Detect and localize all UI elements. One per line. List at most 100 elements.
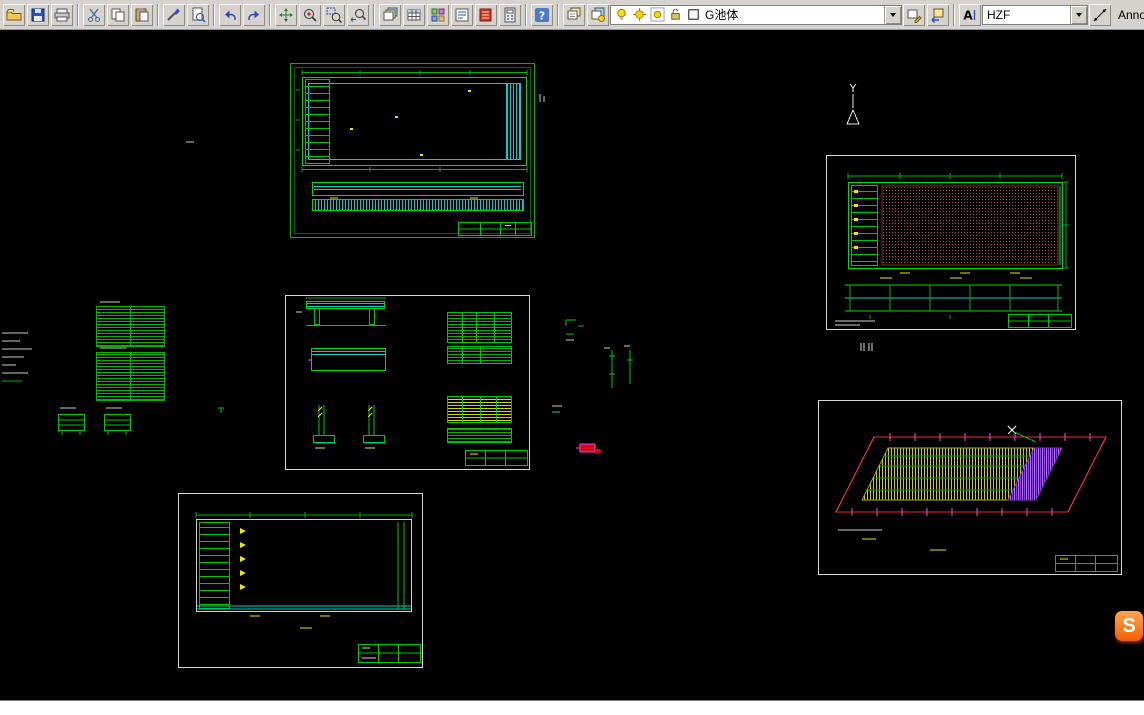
- toolbar-separator: [269, 3, 271, 26]
- left-edge-notes: [2, 332, 32, 382]
- chevron-down-icon: [890, 12, 896, 17]
- text-style-button[interactable]: A: [959, 3, 981, 26]
- chevron-down-icon: [1076, 12, 1082, 17]
- redo-button[interactable]: [243, 3, 265, 26]
- title-block: [465, 450, 528, 466]
- scattered-detail-marks[interactable]: [186, 94, 633, 453]
- layer-dropdown-arrow[interactable]: [884, 5, 901, 24]
- layer-thaw-icon[interactable]: [632, 7, 647, 22]
- left-schedule-tables[interactable]: [96, 301, 165, 401]
- undo-button[interactable]: [219, 3, 241, 26]
- layer-previous-icon: [931, 8, 944, 23]
- zoom-window-button[interactable]: [323, 3, 345, 26]
- plot-preview-button[interactable]: [187, 3, 209, 26]
- layer-properties-button[interactable]: [379, 3, 401, 26]
- paste-button[interactable]: [131, 3, 153, 26]
- zoom-realtime-icon: [304, 8, 317, 22]
- zoom-window-icon: [326, 7, 342, 23]
- paste-icon: [135, 7, 149, 21]
- current-layer-name: G池体: [705, 8, 739, 22]
- schedule-table: [447, 312, 512, 443]
- text-style-value: HZF: [987, 7, 1011, 22]
- flow-arrows: [240, 528, 246, 590]
- svg-text:Y: Y: [849, 82, 857, 95]
- title-block: [1008, 314, 1072, 328]
- pan-icon: [279, 7, 293, 22]
- dbconnect-button[interactable]: [475, 3, 497, 26]
- top-toolbar: ? G池体 A HZF Annotati: [0, 0, 1144, 30]
- zoom-previous-icon: [350, 8, 366, 22]
- sheet-set-button[interactable]: [451, 3, 473, 26]
- dbconnect-icon: [479, 8, 492, 21]
- match-properties-button[interactable]: [163, 3, 185, 26]
- layer-manager-icon: [567, 7, 581, 19]
- dim-style-icon: [1093, 8, 1107, 21]
- table-icon: [407, 9, 421, 20]
- save-button[interactable]: [27, 3, 49, 26]
- pan-button[interactable]: [275, 3, 297, 26]
- drawing-sheet-3d-slab[interactable]: [818, 400, 1122, 575]
- match-properties-icon: [167, 8, 180, 21]
- cut-icon: [88, 8, 100, 22]
- toolbar-separator: [953, 3, 955, 26]
- toolbar-separator: [77, 3, 79, 26]
- plot-icon: [54, 8, 70, 21]
- copy-icon: [111, 8, 125, 21]
- ladder-hatch: [305, 79, 330, 164]
- toolbar-separator: [373, 3, 375, 26]
- layer-properties-icon: [383, 7, 398, 20]
- dot-hatch-region: [881, 185, 1059, 266]
- plot-preview-icon: [192, 7, 206, 23]
- toolbar-separator: [213, 3, 215, 26]
- make-layer-current-icon: [907, 9, 922, 23]
- annotation-style-label[interactable]: Annotati: [1118, 8, 1144, 22]
- title-block: [358, 644, 421, 663]
- undo-icon: [225, 10, 236, 20]
- text-style-dropdown-arrow[interactable]: [1070, 5, 1087, 24]
- red-marker[interactable]: [579, 443, 596, 453]
- sheet-set-icon: [455, 8, 469, 21]
- redo-icon: [248, 10, 259, 20]
- designcenter-button[interactable]: [427, 3, 449, 26]
- cut-button[interactable]: [83, 3, 105, 26]
- text-style-combobox[interactable]: HZF: [982, 4, 1088, 25]
- help-icon: ?: [535, 7, 549, 22]
- model-space-canvas[interactable]: Y: [0, 30, 1144, 700]
- layer-states-button[interactable]: [587, 3, 609, 26]
- layer-states-icon: [591, 7, 605, 22]
- drawing-sheet-hatched-plan[interactable]: [826, 155, 1076, 330]
- open-icon: [6, 8, 22, 20]
- layer-vp-thaw-icon[interactable]: [650, 7, 665, 22]
- layer-previous-button[interactable]: [927, 3, 949, 26]
- layer-unlock-icon[interactable]: [668, 7, 683, 22]
- quickcalc-button[interactable]: [499, 3, 521, 26]
- layer-on-icon[interactable]: [614, 7, 629, 22]
- left-small-details[interactable]: [58, 407, 131, 435]
- designcenter-icon: [431, 8, 445, 21]
- dim-style-button[interactable]: [1089, 3, 1111, 26]
- command-bar[interactable]: [0, 700, 1144, 715]
- watermark-logo: S: [1115, 611, 1143, 641]
- open-button[interactable]: [3, 3, 25, 26]
- layer-color-swatch[interactable]: [686, 7, 701, 22]
- title-block: [1055, 555, 1118, 572]
- drawing-sheet-plan-top[interactable]: [290, 63, 535, 238]
- watermark-letter: S: [1122, 614, 1136, 637]
- layer-combobox[interactable]: G池体: [610, 4, 902, 25]
- axis-marker[interactable]: Y: [846, 82, 860, 125]
- save-icon: [31, 8, 45, 21]
- model-space[interactable]: Y: [0, 30, 1144, 700]
- toolbar-separator: [557, 3, 559, 26]
- plot-button[interactable]: [51, 3, 73, 26]
- drawing-sheet-details[interactable]: [285, 295, 530, 470]
- table-button[interactable]: [403, 3, 425, 26]
- pier-detail: [313, 405, 386, 449]
- zoom-previous-button[interactable]: [347, 3, 369, 26]
- quickcalc-icon: [504, 7, 516, 22]
- drawing-sheet-plan-bottom[interactable]: [178, 493, 423, 668]
- copy-button[interactable]: [107, 3, 129, 26]
- make-layer-current-button[interactable]: [903, 3, 925, 26]
- layer-manager-button[interactable]: [563, 3, 585, 26]
- help-button[interactable]: ?: [531, 3, 553, 26]
- zoom-realtime-button[interactable]: [299, 3, 321, 26]
